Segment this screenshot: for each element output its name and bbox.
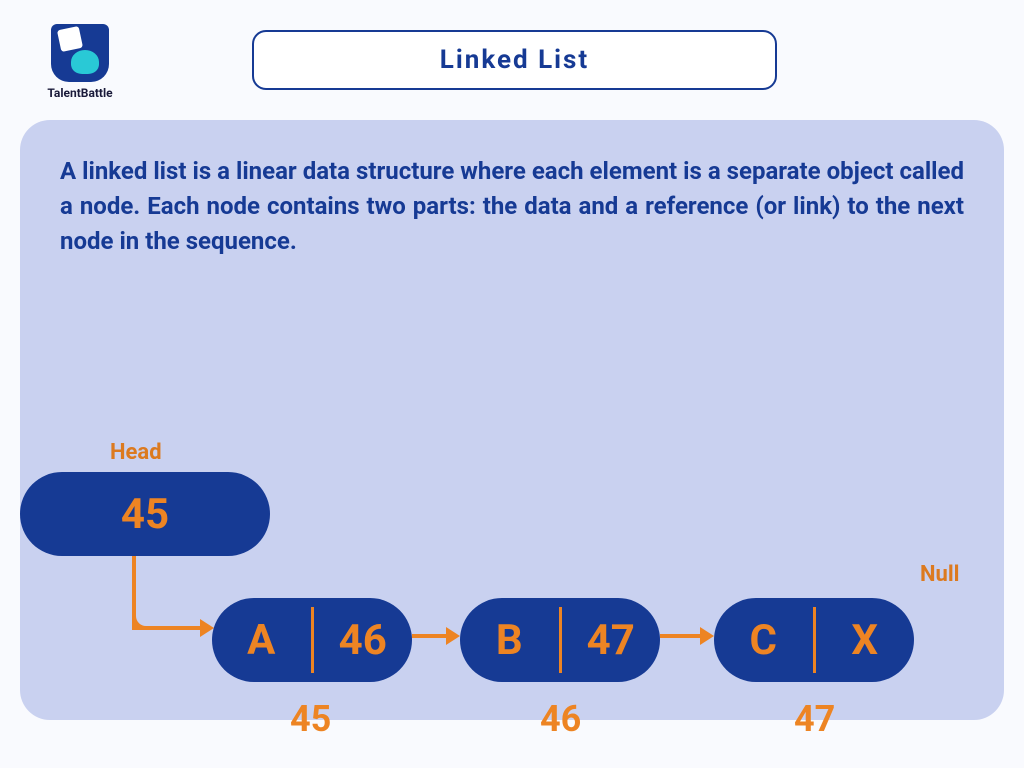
head-value: 45 [121, 490, 169, 539]
node-a-data: A [212, 616, 311, 665]
arrow-a-to-b [412, 634, 448, 638]
null-label: Null [920, 562, 960, 587]
arrow-head-to-a [132, 556, 212, 640]
head-node: 45 [20, 472, 270, 556]
brand-logo: TalentBattle [40, 24, 120, 100]
description-text: A linked list is a linear data structure… [60, 154, 964, 258]
node-a: A 46 [212, 598, 412, 682]
node-c: C X [714, 598, 914, 682]
node-b-data: B [460, 616, 559, 665]
node-c-data: C [714, 616, 813, 665]
node-b: B 47 [460, 598, 660, 682]
node-c-pointer: X [816, 616, 915, 665]
content-panel: A linked list is a linear data structure… [20, 120, 1004, 720]
arrow-b-to-c [660, 634, 702, 638]
node-b-address: 46 [540, 698, 581, 740]
node-a-pointer: 46 [314, 616, 413, 665]
brand-badge-icon [51, 24, 109, 82]
page-title: Linked List [252, 30, 777, 90]
node-a-address: 45 [290, 698, 331, 740]
node-b-pointer: 47 [562, 616, 661, 665]
brand-name: TalentBattle [40, 86, 120, 100]
head-label: Head [110, 440, 162, 465]
node-c-address: 47 [794, 698, 835, 740]
